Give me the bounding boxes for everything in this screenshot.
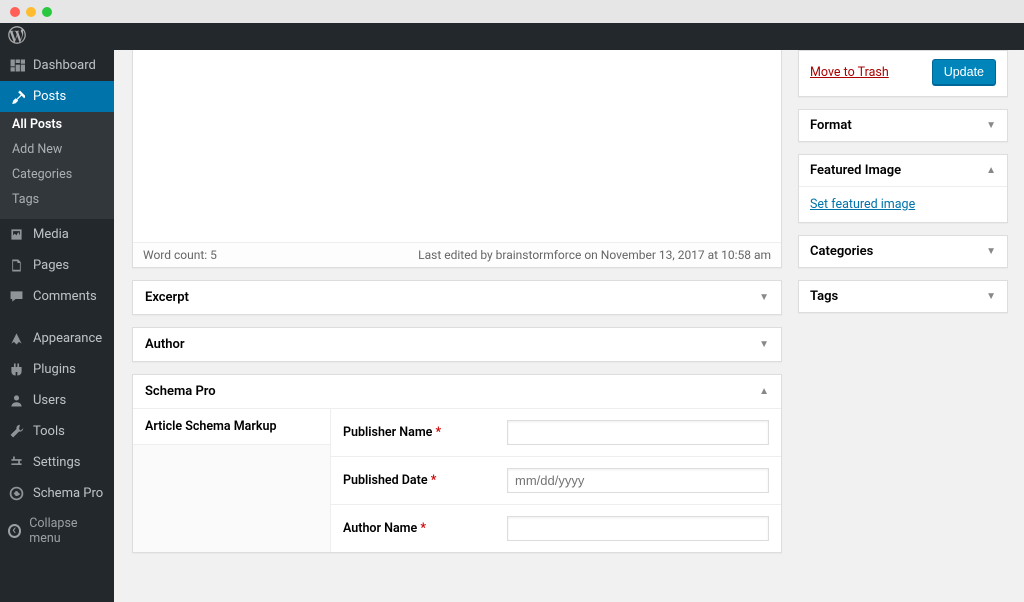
word-count: Word count: 5 — [143, 248, 217, 262]
sidebar-item-label: Dashboard — [33, 58, 96, 73]
set-featured-image-link[interactable]: Set featured image — [810, 197, 915, 212]
label-published-date: Published Date — [343, 473, 428, 488]
chevron-down-icon: ▼ — [986, 246, 996, 257]
author-panel: Author ▼ — [132, 327, 782, 362]
categories-box-header[interactable]: Categories ▼ — [799, 236, 1007, 267]
sidebar-item-posts[interactable]: Posts — [0, 81, 114, 112]
box-title: Categories — [810, 244, 873, 259]
admin-bar — [0, 23, 1024, 50]
panel-title: Excerpt — [145, 290, 189, 305]
editor-footer: Word count: 5 Last edited by brainstormf… — [133, 242, 781, 267]
panel-title: Schema Pro — [145, 384, 216, 399]
publish-box: Move to Trash Update — [798, 50, 1008, 97]
schema-row-publisher: Publisher Name * — [331, 409, 781, 457]
sidebar-item-pages[interactable]: Pages — [0, 250, 114, 281]
sidebar-item-label: Schema Pro — [33, 486, 103, 501]
sidebar-item-label: Posts — [33, 89, 66, 104]
pages-icon — [8, 257, 25, 274]
sidebar-item-label: Users — [33, 393, 66, 408]
schema-tab-article[interactable]: Article Schema Markup — [133, 409, 330, 445]
schema-sidebar: Article Schema Markup — [133, 409, 331, 552]
excerpt-panel-header[interactable]: Excerpt ▼ — [133, 281, 781, 314]
plugins-icon — [8, 361, 25, 378]
submenu-tags[interactable]: Tags — [0, 187, 114, 212]
box-title: Tags — [810, 289, 838, 304]
publisher-name-input[interactable] — [507, 420, 769, 445]
author-panel-header[interactable]: Author ▼ — [133, 328, 781, 361]
collapse-label: Collapse menu — [29, 516, 106, 546]
close-dot[interactable] — [10, 7, 20, 17]
tags-box: Tags ▼ — [798, 280, 1008, 313]
featured-image-box: Featured Image ▲ Set featured image — [798, 154, 1008, 223]
featured-image-header[interactable]: Featured Image ▲ — [799, 155, 1007, 186]
submenu-add-new[interactable]: Add New — [0, 137, 114, 162]
required-mark: * — [420, 521, 426, 536]
schema-row-author-name: Author Name * — [331, 505, 781, 552]
last-edited: Last edited by brainstormforce on Novemb… — [418, 248, 771, 262]
sidebar-item-tools[interactable]: Tools — [0, 416, 114, 447]
label-publisher: Publisher Name — [343, 425, 432, 440]
sidebar-item-label: Tools — [33, 424, 65, 439]
author-name-input[interactable] — [507, 516, 769, 541]
submenu-categories[interactable]: Categories — [0, 162, 114, 187]
editor-body[interactable] — [133, 50, 781, 242]
move-to-trash-link[interactable]: Move to Trash — [810, 65, 889, 80]
sidebar-item-label: Pages — [33, 258, 69, 273]
categories-box: Categories ▼ — [798, 235, 1008, 268]
posts-submenu: All Posts Add New Categories Tags — [0, 112, 114, 219]
media-icon — [8, 226, 25, 243]
format-box: Format ▼ — [798, 109, 1008, 142]
chevron-down-icon: ▼ — [759, 339, 769, 350]
sidebar-item-media[interactable]: Media — [0, 219, 114, 250]
schema-row-published-date: Published Date * — [331, 457, 781, 505]
users-icon — [8, 392, 25, 409]
sidebar-item-settings[interactable]: Settings — [0, 447, 114, 478]
comments-icon — [8, 288, 25, 305]
update-button[interactable]: Update — [932, 59, 996, 85]
panel-title: Author — [145, 337, 185, 352]
sidebar-item-schema-pro[interactable]: Schema Pro — [0, 478, 114, 509]
sidebar-item-label: Appearance — [33, 331, 102, 346]
maximize-dot[interactable] — [42, 7, 52, 17]
sidebar-item-plugins[interactable]: Plugins — [0, 354, 114, 385]
collapse-menu[interactable]: Collapse menu — [0, 509, 114, 553]
label-author-name: Author Name — [343, 521, 417, 536]
dashboard-icon — [8, 57, 25, 74]
collapse-icon — [8, 524, 21, 538]
sidebar-item-label: Media — [33, 227, 69, 242]
minimize-dot[interactable] — [26, 7, 36, 17]
chevron-up-icon: ▲ — [986, 165, 996, 176]
sidebar-item-comments[interactable]: Comments — [0, 281, 114, 312]
wordpress-logo-icon[interactable] — [8, 26, 26, 48]
chevron-down-icon: ▼ — [986, 120, 996, 131]
chevron-up-icon: ▲ — [759, 386, 769, 397]
published-date-input[interactable] — [507, 468, 769, 493]
required-mark: * — [436, 425, 442, 440]
sidebar-item-users[interactable]: Users — [0, 385, 114, 416]
sidebar-item-label: Comments — [33, 289, 97, 304]
sidebar-item-dashboard[interactable]: Dashboard — [0, 50, 114, 81]
schema-pro-icon — [8, 485, 25, 502]
required-mark: * — [431, 473, 437, 488]
chevron-down-icon: ▼ — [986, 291, 996, 302]
schema-pro-panel: Schema Pro ▲ Article Schema Markup Publi… — [132, 374, 782, 553]
window-chrome — [0, 0, 1024, 23]
sidebar-item-label: Plugins — [33, 362, 76, 377]
pin-icon — [8, 88, 25, 105]
box-title: Format — [810, 118, 852, 133]
format-box-header[interactable]: Format ▼ — [799, 110, 1007, 141]
editor-area[interactable]: Word count: 5 Last edited by brainstormf… — [132, 50, 782, 268]
tools-icon — [8, 423, 25, 440]
appearance-icon — [8, 330, 25, 347]
admin-sidebar: Dashboard Posts All Posts Add New Catego… — [0, 50, 114, 602]
box-title: Featured Image — [810, 163, 901, 178]
tags-box-header[interactable]: Tags ▼ — [799, 281, 1007, 312]
sidebar-item-label: Settings — [33, 455, 80, 470]
excerpt-panel: Excerpt ▼ — [132, 280, 782, 315]
settings-icon — [8, 454, 25, 471]
submenu-all-posts[interactable]: All Posts — [0, 112, 114, 137]
schema-pro-panel-header[interactable]: Schema Pro ▲ — [133, 375, 781, 409]
chevron-down-icon: ▼ — [759, 292, 769, 303]
sidebar-item-appearance[interactable]: Appearance — [0, 323, 114, 354]
